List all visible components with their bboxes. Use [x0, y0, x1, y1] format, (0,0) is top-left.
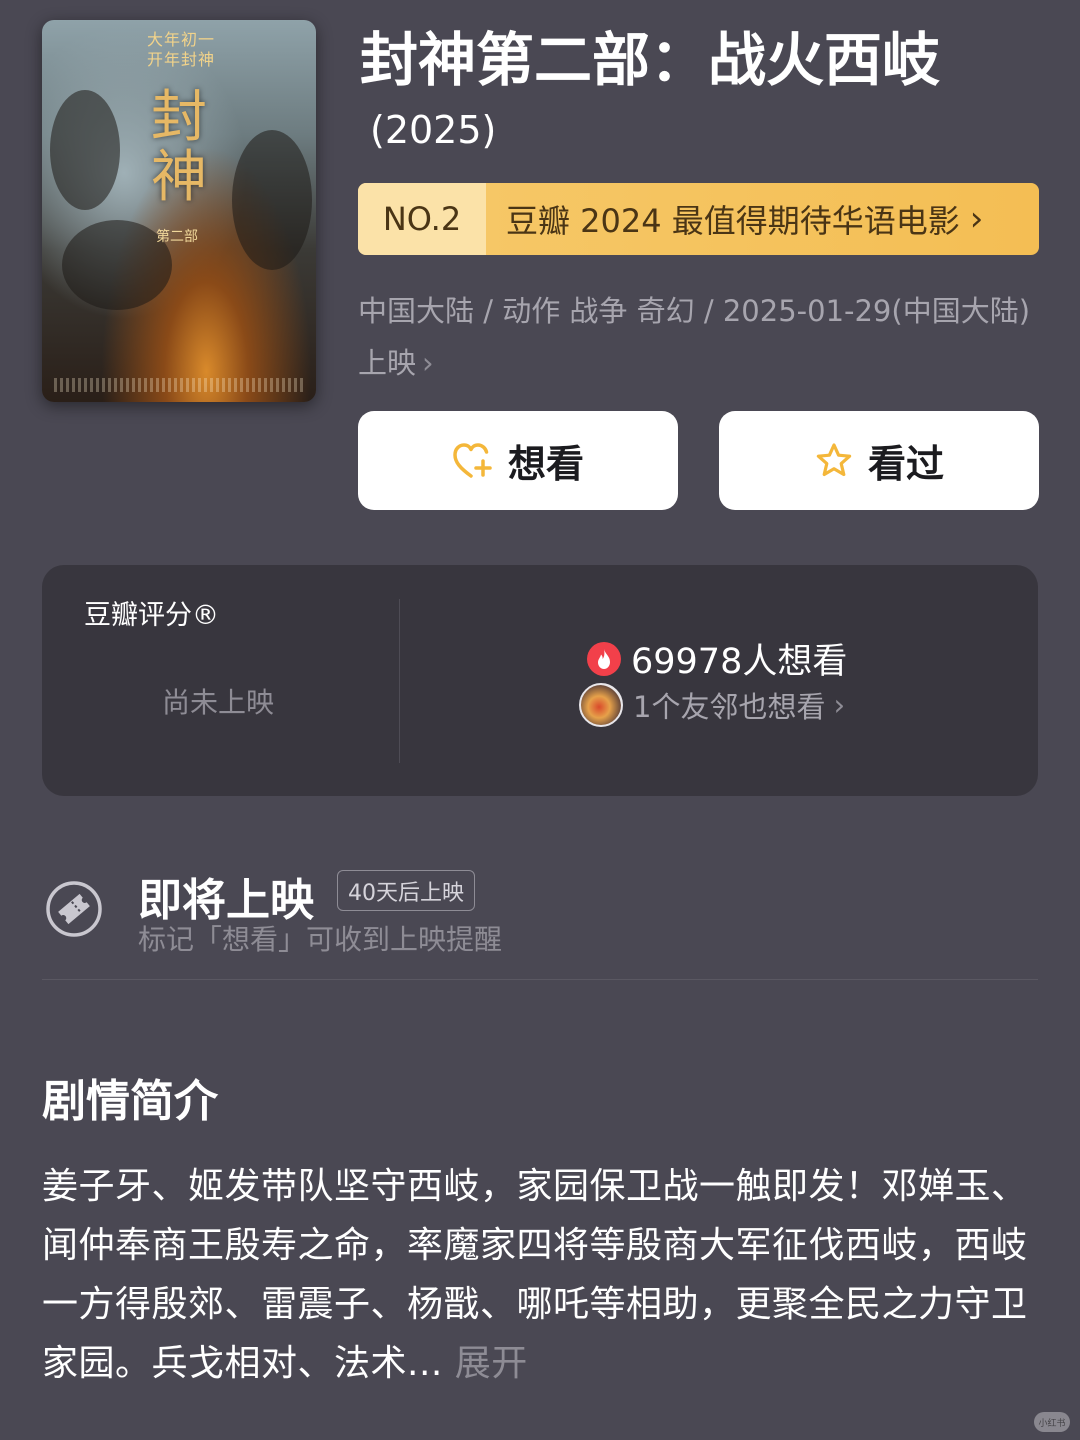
rating-title: 豆瓣评分®	[84, 600, 219, 631]
ticket-icon	[46, 881, 102, 937]
want-to-watch-label: 想看	[507, 442, 584, 486]
expand-link[interactable]: 展开	[455, 1343, 528, 1384]
movie-meta-text: 中国大陆 / 动作 战争 奇幻 / 2025-01-29(中国大陆) 上映	[358, 294, 1031, 380]
movie-poster[interactable]: 大年初一 开年封神 封神 第二部	[42, 20, 316, 402]
synopsis-heading: 剧情简介	[42, 1076, 218, 1127]
wish-count-row: 69978人想看	[587, 633, 847, 684]
synopsis-text: 姜子牙、姬发带队坚守西岐，家园保卫战一触即发！邓婵玉、闻仲奉商王殷寿之命，率魔家…	[42, 1166, 1028, 1384]
poster-subtitle: 第二部	[156, 229, 198, 245]
rating-card: 豆瓣评分® 尚未上映 69978人想看 1个友邻也想看 ›	[42, 565, 1038, 796]
chevron-right-icon: ›	[833, 688, 846, 722]
movie-meta-link[interactable]: 中国大陆 / 动作 战争 奇幻 / 2025-01-29(中国大陆) 上映 ›	[358, 285, 1048, 389]
movie-year: (2025)	[370, 108, 497, 152]
poster-title: 封神	[151, 85, 207, 210]
friends-wish-text: 1个友邻也想看	[633, 690, 826, 724]
poster-figure-left	[50, 90, 120, 210]
movie-detail-page: 大年初一 开年封神 封神 第二部 封神第二部：战火西岐 (2025) NO.2 …	[0, 0, 1080, 1440]
friends-wish-link[interactable]: 1个友邻也想看 ›	[579, 683, 845, 727]
poster-credits	[54, 378, 304, 392]
ranking-number: NO.2	[358, 183, 486, 255]
ranking-banner[interactable]: NO.2 豆瓣 2024 最值得期待华语电影 ›	[358, 183, 1039, 255]
star-outline-icon	[816, 442, 852, 476]
section-divider	[42, 979, 1038, 980]
poster-tagline: 大年初一 开年封神	[146, 30, 215, 69]
watched-button[interactable]: 看过	[719, 411, 1039, 510]
fire-icon	[587, 641, 621, 676]
upcoming-hint: 标记「想看」可收到上映提醒	[138, 923, 503, 956]
chevron-right-icon: ›	[969, 199, 984, 239]
want-to-watch-button[interactable]: 想看	[358, 411, 678, 510]
heart-plus-icon	[453, 442, 492, 478]
rating-status: 尚未上映	[162, 686, 275, 719]
poster-figure-right	[232, 130, 312, 270]
wish-count: 69978人想看	[631, 642, 848, 682]
watched-label: 看过	[867, 442, 944, 486]
synopsis-body: 姜子牙、姬发带队坚守西岐，家园保卫战一触即发！邓婵玉、闻仲奉商王殷寿之命，率魔家…	[42, 1157, 1038, 1393]
days-until-release-badge: 40天后上映	[337, 870, 475, 911]
ranking-text-wrap: 豆瓣 2024 最值得期待华语电影 ›	[486, 183, 1039, 255]
movie-title: 封神第二部：战火西岐	[360, 26, 941, 94]
friend-avatar	[579, 683, 623, 727]
chevron-right-icon: ›	[422, 346, 434, 380]
ranking-label: 豆瓣 2024 最值得期待华语电影	[506, 202, 960, 240]
rating-divider	[399, 599, 400, 763]
watermark: 小红书	[1034, 1412, 1070, 1432]
